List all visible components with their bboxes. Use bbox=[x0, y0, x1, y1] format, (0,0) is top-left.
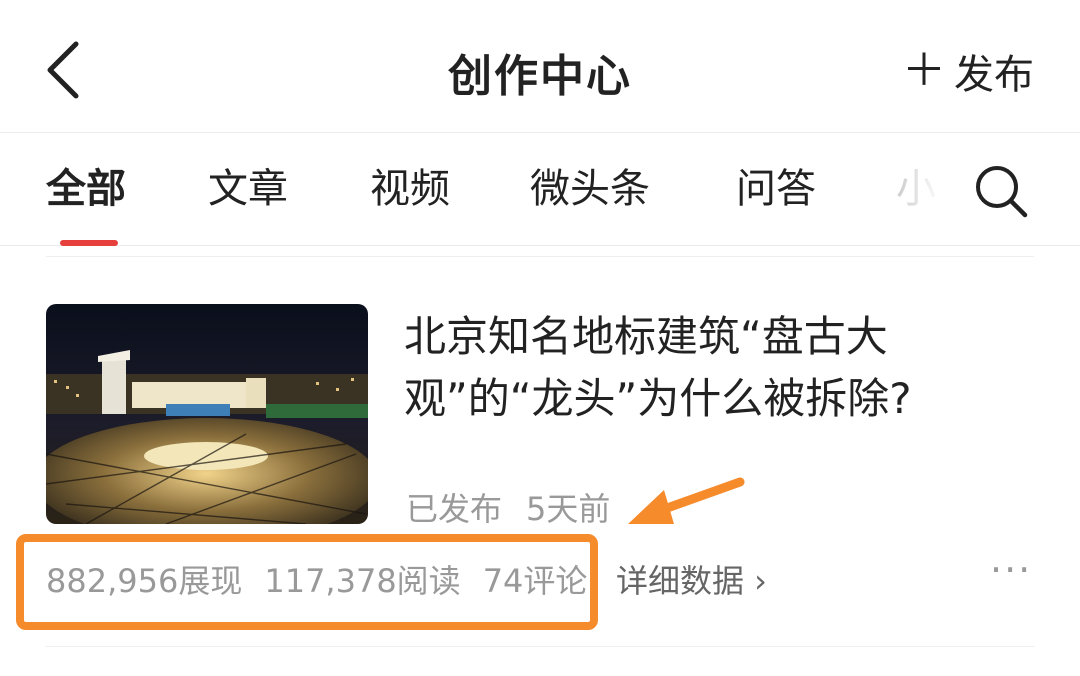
highlight-box bbox=[16, 534, 598, 630]
tab-qa[interactable]: 问答 bbox=[736, 165, 816, 213]
detail-data-link[interactable]: 详细数据 › bbox=[616, 556, 767, 602]
divider-bottom bbox=[46, 646, 1034, 647]
publish-time: 5天前 bbox=[526, 490, 611, 528]
top-bar: 创作中心 ＋ 发布 bbox=[0, 0, 1080, 133]
tabs-fade-overlay bbox=[880, 133, 970, 243]
more-icon[interactable]: ··· bbox=[990, 548, 1032, 592]
tab-videos[interactable]: 视频 bbox=[370, 165, 450, 213]
search-icon[interactable] bbox=[972, 162, 1030, 220]
tab-articles[interactable]: 文章 bbox=[208, 165, 288, 213]
divider bbox=[46, 256, 1034, 257]
arrow-annotation bbox=[628, 477, 745, 524]
tab-all[interactable]: 全部 bbox=[46, 165, 126, 213]
article-title[interactable]: 北京知名地标建筑“盘古大观”的“龙头”为什么被拆除? bbox=[404, 306, 1044, 430]
plus-icon: ＋ bbox=[902, 45, 946, 96]
tab-micro-headlines[interactable]: 微头条 bbox=[530, 165, 650, 213]
article-thumbnail[interactable] bbox=[46, 304, 368, 524]
publish-status: 已发布 bbox=[406, 490, 503, 528]
publish-label: 发布 bbox=[954, 52, 1034, 98]
article-meta: 已发布 5天前 bbox=[406, 484, 610, 530]
active-tab-indicator bbox=[60, 240, 118, 246]
publish-button[interactable]: ＋ 发布 bbox=[902, 42, 1034, 100]
